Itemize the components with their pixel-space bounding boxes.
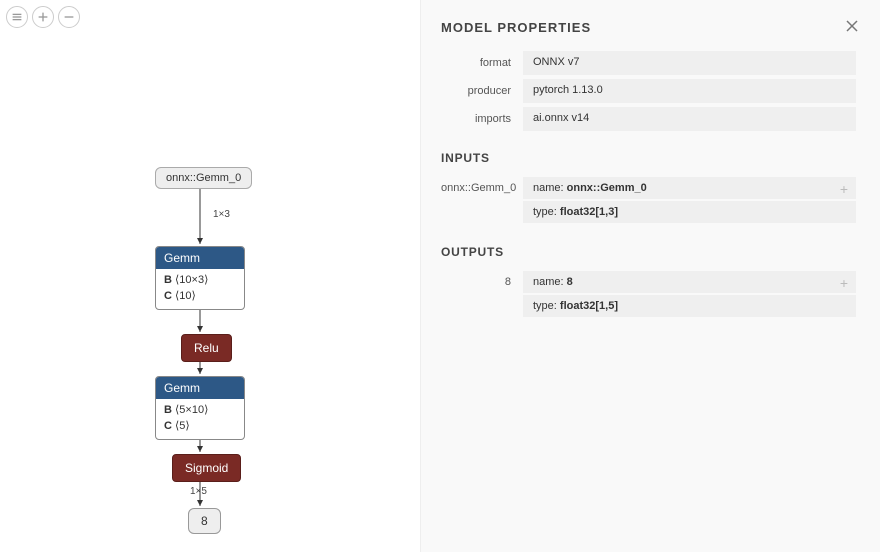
gemm-node-1[interactable]: Gemm B ⟨10×3⟩ C ⟨10⟩ bbox=[155, 246, 245, 310]
outputs-heading: OUTPUTS bbox=[441, 245, 856, 259]
gemm-2-title: Gemm bbox=[156, 377, 244, 399]
panel-title: MODEL PROPERTIES bbox=[441, 20, 856, 35]
relu-node[interactable]: Relu bbox=[181, 334, 232, 362]
edge-label-1: 1×3 bbox=[213, 209, 230, 220]
input-name-line: name: onnx::Gemm_0 + bbox=[523, 177, 856, 199]
gemm-1-body: B ⟨10×3⟩ C ⟨10⟩ bbox=[156, 269, 244, 309]
output-name-line: name: 8 + bbox=[523, 271, 856, 293]
properties-panel: MODEL PROPERTIES format ONNX v7 producer… bbox=[420, 0, 880, 552]
inputs-heading: INPUTS bbox=[441, 151, 856, 165]
input-label: onnx::Gemm_0 bbox=[441, 177, 523, 199]
prop-label: producer bbox=[441, 79, 523, 103]
input-row: onnx::Gemm_0 name: onnx::Gemm_0 + type: … bbox=[441, 177, 856, 225]
gemm-2-body: B ⟨5×10⟩ C ⟨5⟩ bbox=[156, 399, 244, 439]
zoom-in-button[interactable] bbox=[32, 6, 54, 28]
gemm-1-title: Gemm bbox=[156, 247, 244, 269]
close-icon bbox=[844, 18, 860, 34]
input-type-line: type: float32[1,3] bbox=[523, 201, 856, 223]
menu-button[interactable] bbox=[6, 6, 28, 28]
prop-label: format bbox=[441, 51, 523, 75]
edge-label-last: 1×5 bbox=[190, 486, 207, 497]
output-node[interactable]: 8 bbox=[188, 508, 221, 534]
prop-label: imports bbox=[441, 107, 523, 131]
output-row: 8 name: 8 + type: float32[1,5] bbox=[441, 271, 856, 319]
toolbar bbox=[6, 6, 80, 28]
sigmoid-node[interactable]: Sigmoid bbox=[172, 454, 241, 482]
output-label: 8 bbox=[441, 271, 523, 293]
output-type-line: type: float32[1,5] bbox=[523, 295, 856, 317]
expand-button[interactable]: + bbox=[840, 275, 848, 291]
menu-icon bbox=[10, 10, 24, 24]
close-button[interactable] bbox=[844, 18, 862, 36]
minus-icon bbox=[62, 10, 76, 24]
prop-value: ONNX v7 bbox=[523, 51, 856, 75]
prop-row-imports: imports ai.onnx v14 bbox=[441, 107, 856, 131]
zoom-out-button[interactable] bbox=[58, 6, 80, 28]
prop-row-producer: producer pytorch 1.13.0 bbox=[441, 79, 856, 103]
expand-button[interactable]: + bbox=[840, 181, 848, 197]
prop-row-format: format ONNX v7 bbox=[441, 51, 856, 75]
plus-icon bbox=[36, 10, 50, 24]
prop-value: pytorch 1.13.0 bbox=[523, 79, 856, 103]
graph-canvas[interactable]: onnx::Gemm_0 1×3 Gemm B ⟨10×3⟩ C ⟨10⟩ Re… bbox=[0, 0, 420, 552]
gemm-node-2[interactable]: Gemm B ⟨5×10⟩ C ⟨5⟩ bbox=[155, 376, 245, 440]
prop-value: ai.onnx v14 bbox=[523, 107, 856, 131]
input-node[interactable]: onnx::Gemm_0 bbox=[155, 167, 252, 189]
